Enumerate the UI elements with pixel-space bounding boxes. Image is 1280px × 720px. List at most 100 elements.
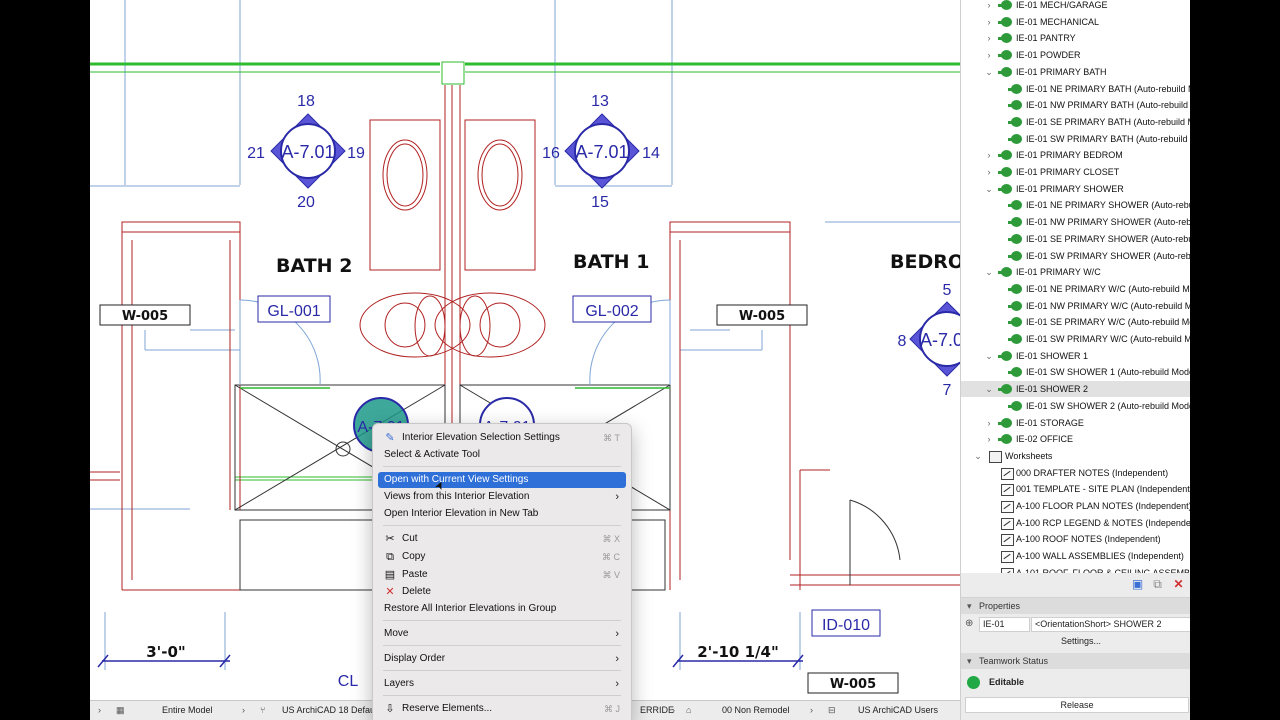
navigator-folder-item[interactable]: › IE-01 POWDER [961,47,1190,63]
chevron-down-icon[interactable]: ⌄ [984,348,994,364]
delete-view-icon[interactable]: ✕ [1172,578,1185,591]
settings-button[interactable]: Settings... [1061,634,1101,648]
chevron-right-icon[interactable]: › [984,431,994,447]
chevron-down-icon[interactable]: ⌄ [984,64,994,80]
dimension-standard[interactable]: US ArchiCAD Users [858,705,938,715]
navigator-view-item[interactable]: IE-01 SE PRIMARY BATH (Auto-rebuild Mode… [961,114,1190,130]
teamwork-header[interactable]: Teamwork Status [961,653,1190,669]
navigator-folder-item[interactable]: › IE-01 MECHANICAL [961,14,1190,30]
renovation-filter[interactable]: 00 Non Remodel [722,705,790,715]
menu-item-paste[interactable]: ▤ Paste ⌘ V [378,567,626,583]
chevron-down-icon[interactable]: ⌄ [984,381,994,397]
navigator-folder-item[interactable]: ⌄ IE-01 SHOWER 2 [961,381,1190,398]
layer-icon[interactable]: ⑂ [260,705,265,715]
navigator-worksheet-item[interactable]: 001 TEMPLATE - SITE PLAN (Independent) [961,481,1190,497]
menu-item-display-order[interactable]: Display Order › [378,651,626,667]
window-tag-1[interactable]: W-005 [122,309,168,324]
project-navigator[interactable]: › IE-01 MECH/GARAGE › IE-01 MECHANICAL › IE-0… [960,0,1190,573]
navigator-item-label: 000 DRAFTER NOTES (Independent) [1016,467,1169,478]
menu-item-select-activate-tool[interactable]: Select & Activate Tool [378,447,626,463]
navigator-view-item[interactable]: IE-01 NE PRIMARY BATH (Auto-rebuild Mode… [961,81,1190,97]
navigator-worksheet-item[interactable]: A-101 ROOF, FLOOR & CEILING ASSEMBLIES [961,565,1190,573]
chevron-right-icon[interactable]: › [984,14,994,30]
navigator-folder-item[interactable]: ⌄ Worksheets [961,448,1190,464]
navigator-folder-item[interactable]: ⌄ IE-01 PRIMARY BATH [961,64,1190,80]
window-tag-2[interactable]: W-005 [739,309,785,324]
menu-item-reserve-elements[interactable]: ⇩ Reserve Elements... ⌘ J [378,701,626,717]
chevron-down-icon[interactable]: ⌄ [973,448,983,464]
navigator-view-item[interactable]: IE-01 SW PRIMARY W/C (Auto-rebuild Model… [961,331,1190,347]
renovation-icon[interactable]: ⌂ [686,705,691,715]
dimension-icon[interactable]: ⊟ [828,705,836,716]
menu-item-layers[interactable]: Layers › [378,676,626,692]
chevron-right-icon[interactable]: › [984,415,994,431]
release-button[interactable]: Release [965,697,1189,713]
navigator-worksheet-item[interactable]: A-100 ROOF NOTES (Independent) [961,531,1190,547]
view-id-field[interactable]: IE-01 [979,617,1030,632]
elevation-marker-2[interactable]: A-7.01 13 16 14 15 [542,93,660,211]
menu-item-move[interactable]: Move › [378,626,626,642]
navigator-view-item[interactable]: IE-01 SW SHOWER 1 (Auto-rebuild Model) [961,364,1190,380]
chevron-right-icon[interactable]: › [242,705,245,715]
navigator-view-item[interactable]: IE-01 SW SHOWER 2 (Auto-rebuild Model) [961,398,1190,414]
navigator-folder-item[interactable]: › IE-01 PRIMARY CLOSET [961,164,1190,180]
menu-item-delete[interactable]: ✕ Delete [378,584,626,600]
navigator-view-item[interactable]: IE-01 SW PRIMARY SHOWER (Auto-rebuild Mo… [961,248,1190,264]
context-menu[interactable]: ✎ Interior Elevation Selection Settings ⌘ … [372,423,632,720]
chevron-down-icon[interactable]: ⌄ [984,264,994,280]
gl-tag-left[interactable]: GL-001 [267,303,320,320]
navigator-folder-item[interactable]: › IE-01 PRIMARY BEDROM [961,147,1190,163]
chevron-right-icon[interactable]: › [98,705,101,715]
chevron-right-icon[interactable]: › [984,164,994,180]
layer-combination[interactable]: US ArchiCAD 18 Defau [282,705,375,715]
navigator-folder-item[interactable]: ⌄ IE-01 PRIMARY SHOWER [961,181,1190,197]
navigator-folder-item[interactable]: ⌄ IE-01 SHOWER 1 [961,348,1190,364]
elevation-marker-3[interactable]: A-7.0 5 8 7 [898,282,960,399]
clone-icon[interactable]: ⧉ [1151,578,1164,591]
gl-tag-right[interactable]: GL-002 [585,303,638,320]
elevation-camera-icon [1008,317,1022,328]
menu-item-copy[interactable]: ⧉ Copy ⌘ C [378,549,626,565]
navigator-worksheet-item[interactable]: 000 DRAFTER NOTES (Independent) [961,465,1190,481]
navigator-worksheet-item[interactable]: A-100 FLOOR PLAN NOTES (Independent) [961,498,1190,514]
chevron-right-icon[interactable]: › [984,147,994,163]
navigator-view-item[interactable]: IE-01 NE PRIMARY SHOWER (Auto-rebuild Mo… [961,197,1190,213]
menu-item-interior-elevation-selection-settings[interactable]: ✎ Interior Elevation Selection Settings ⌘ … [378,430,626,446]
navigator-folder-item[interactable]: › IE-01 PANTRY [961,30,1190,46]
model-view-option[interactable]: Entire Model [162,705,213,715]
chevron-right-icon[interactable]: › [810,705,813,715]
navigator-folder-item[interactable]: › IE-01 STORAGE [961,415,1190,431]
navigator-worksheet-item[interactable]: A-100 RCP LEGEND & NOTES (Independent) [961,515,1190,531]
navigator-folder-item[interactable]: ⌄ IE-01 PRIMARY W/C [961,264,1190,280]
menu-item-open-interior-elevation-in-new-tab[interactable]: Open Interior Elevation in New Tab [378,506,626,522]
properties-header[interactable]: Properties [961,598,1190,614]
new-view-icon[interactable]: ▣ [1131,578,1144,591]
view-name-field[interactable]: <OrientationShort> SHOWER 2 [1031,617,1190,632]
chevron-down-icon[interactable]: ⌄ [984,181,994,197]
navigator-view-item[interactable]: IE-01 SE PRIMARY SHOWER (Auto-rebuild Mo… [961,231,1190,247]
window-tag-3[interactable]: W-005 [830,677,876,692]
menu-item-restore-all-interior-elevations-in-group[interactable]: Restore All Interior Elevations in Group [378,601,626,617]
dimension-right[interactable]: 2'-10 1/4" [697,643,779,661]
chevron-right-icon[interactable]: › [984,0,994,13]
navigator-view-item[interactable]: IE-01 NE PRIMARY W/C (Auto-rebuild Model… [961,281,1190,297]
chevron-right-icon[interactable]: › [984,47,994,63]
navigator-view-item[interactable]: IE-01 SE PRIMARY W/C (Auto-rebuild Model… [961,314,1190,330]
graphic-override[interactable]: ERRIDE [640,705,674,715]
navigator-view-item[interactable]: IE-01 SW PRIMARY BATH (Auto-rebuild Mode… [961,131,1190,147]
door-tag[interactable]: ID-010 [822,617,870,634]
menu-item-cut[interactable]: ✂ Cut ⌘ X [378,531,626,547]
navigator-folder-item[interactable]: › IE-01 MECH/GARAGE [961,0,1190,13]
navigator-view-item[interactable]: IE-01 NW PRIMARY BATH (Auto-rebuild Mode… [961,97,1190,113]
menu-item-views-from-this-interior-elevation[interactable]: Views from this Interior Elevation › [378,489,626,505]
navigator-worksheet-item[interactable]: A-100 WALL ASSEMBLIES (Independent) [961,548,1190,564]
chevron-right-icon[interactable]: › [984,30,994,46]
dimension-left[interactable]: 3'-0" [146,643,186,661]
navigator-view-item[interactable]: IE-01 NW PRIMARY W/C (Auto-rebuild Model… [961,298,1190,314]
navigator-view-item[interactable]: IE-01 NW PRIMARY SHOWER (Auto-rebuild Mo… [961,214,1190,230]
chevron-right-icon[interactable]: › [672,705,675,715]
navigator-folder-item[interactable]: › IE-02 OFFICE [961,431,1190,447]
grid-icon[interactable]: ▦ [116,705,125,716]
elevation-marker-1[interactable]: A-7.01 18 21 19 20 [247,93,365,211]
menu-item-open-with-current-view-settings[interactable]: Open with Current View Settings [378,472,626,488]
